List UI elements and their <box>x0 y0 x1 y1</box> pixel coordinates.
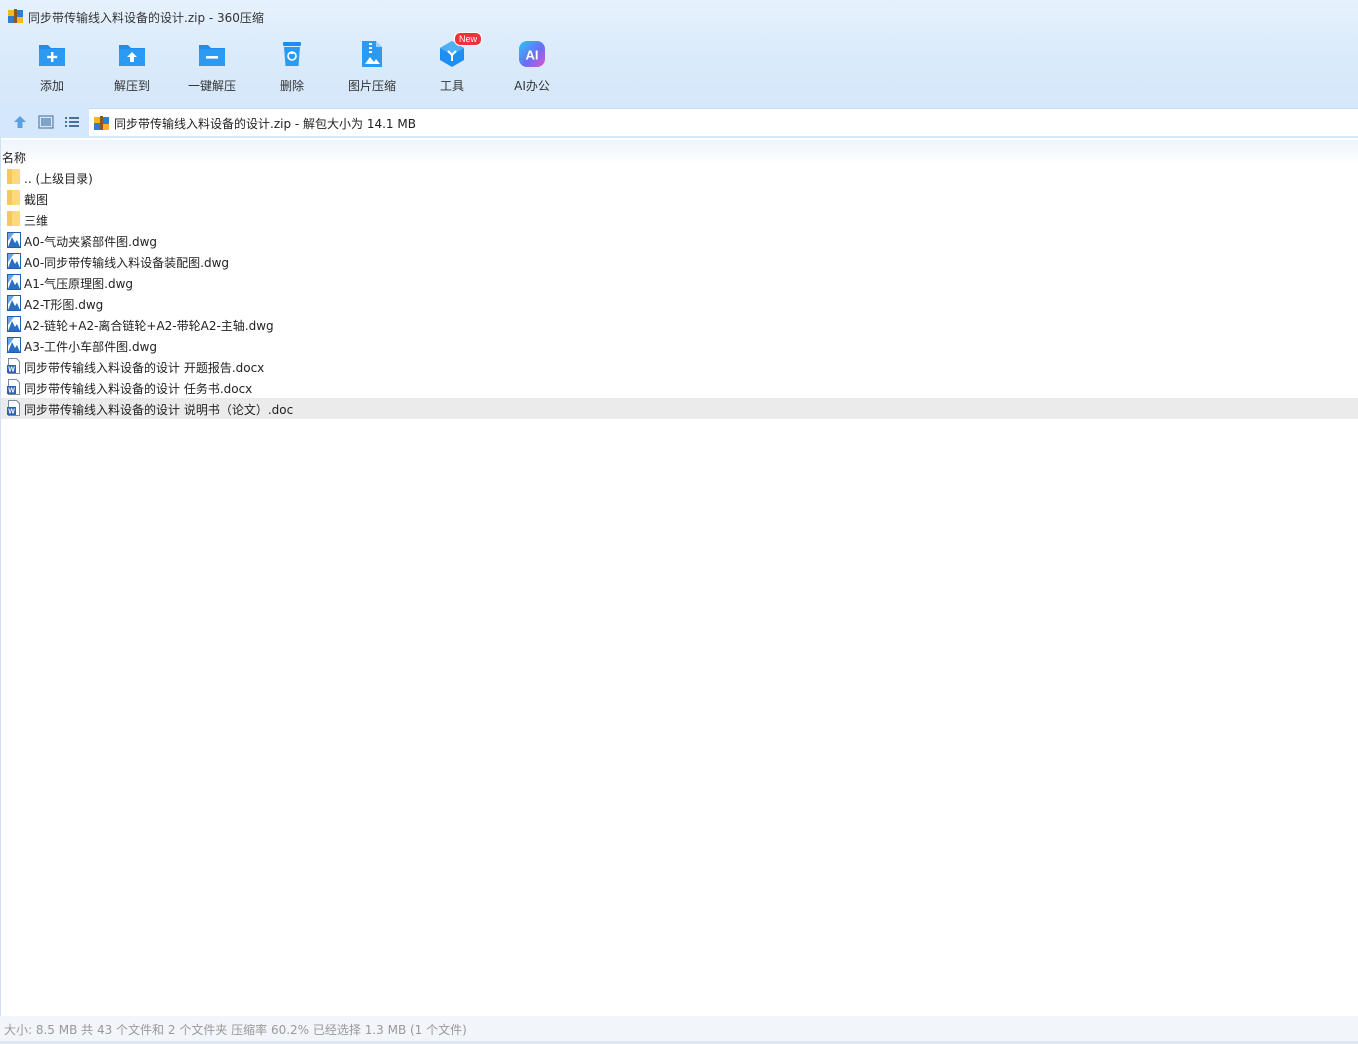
top-panel: 同步带传输线入料设备的设计.zip - 360压缩 添加 解压到 一键解压 删除… <box>0 0 1358 106</box>
file-name: 三维 <box>24 214 49 228</box>
extract-to-button[interactable]: 解压到 <box>92 36 172 100</box>
file-name: A2-链轮+A2-离合链轮+A2-带轮A2-主轴.dwg <box>24 319 274 333</box>
file-name: A3-工件小车部件图.dwg <box>24 340 158 354</box>
file-name: A1-气压原理图.dwg <box>24 277 134 291</box>
dwg-file-icon <box>7 295 21 311</box>
one-click-extract-button[interactable]: 一键解压 <box>172 36 252 100</box>
file-name: .. (上级目录) <box>24 172 93 186</box>
dwg-file-icon <box>7 274 21 290</box>
navigation-row: 同步带传输线入料设备的设计.zip - 解包大小为 14.1 MB <box>0 106 1358 138</box>
image-compress-button[interactable]: 图片压缩 <box>332 36 412 100</box>
folder-icon <box>7 169 20 184</box>
file-name: 同步带传输线入料设备的设计 任务书.docx <box>24 382 253 396</box>
add-button[interactable]: 添加 <box>12 36 92 100</box>
folder-icon <box>7 211 20 226</box>
list-item[interactable]: A2-T形图.dwg <box>1 293 1358 314</box>
svg-text:W: W <box>8 409 15 416</box>
file-rows: .. (上级目录) 截图三维 A0-气动夹紧部件图.dwg A0-同步带传输线入料设备… <box>1 167 1358 419</box>
extract-to-label: 解压到 <box>113 79 150 93</box>
column-header-name[interactable]: 名称 <box>2 149 26 166</box>
address-bar[interactable]: 同步带传输线入料设备的设计.zip - 解包大小为 14.1 MB <box>89 108 1358 136</box>
file-name: A2-T形图.dwg <box>24 298 104 312</box>
one-click-extract-icon <box>199 45 225 66</box>
extract-to-icon <box>119 45 145 66</box>
list-item[interactable]: A0-同步带传输线入料设备装配图.dwg <box>1 251 1358 272</box>
file-list: 名称 .. (上级目录) 截图三维 A0-气动夹紧部件图.dwg A0-同步带传输线入… <box>0 138 1358 1016</box>
tools-label: 工具 <box>439 79 464 93</box>
tools-button[interactable]: New 工具 <box>412 32 492 100</box>
list-view-icon[interactable] <box>63 113 81 131</box>
list-item[interactable]: W 同步带传输线入料设备的设计 任务书.docx <box>1 377 1358 398</box>
file-name: 截图 <box>24 193 49 207</box>
list-item[interactable]: 截图 <box>1 188 1358 209</box>
list-item[interactable]: 三维 <box>1 209 1358 230</box>
archive-icon <box>94 116 109 130</box>
dwg-file-icon <box>7 253 21 269</box>
svg-text:W: W <box>8 388 15 395</box>
image-compress-label: 图片压缩 <box>347 79 396 93</box>
svg-text:AI: AI <box>526 48 539 63</box>
file-name: 同步带传输线入料设备的设计 开题报告.docx <box>24 361 265 375</box>
add-label: 添加 <box>39 79 64 93</box>
file-name: 同步带传输线入料设备的设计 说明书（论文）.doc <box>24 403 294 417</box>
new-badge: New <box>454 32 483 46</box>
window-title: 同步带传输线入料设备的设计.zip - 360压缩 <box>28 11 264 25</box>
file-name: A0-同步带传输线入料设备装配图.dwg <box>24 256 230 270</box>
list-item[interactable]: A0-气动夹紧部件图.dwg <box>1 230 1358 251</box>
trash-icon <box>283 42 301 66</box>
image-compress-icon <box>362 41 382 67</box>
add-folder-icon <box>39 45 65 66</box>
list-header: 名称 <box>1 140 1358 166</box>
ai-office-icon: AI <box>519 41 545 67</box>
delete-label: 删除 <box>279 79 304 93</box>
list-item[interactable]: W 同步带传输线入料设备的设计 开题报告.docx <box>1 356 1358 377</box>
dwg-file-icon <box>7 316 21 332</box>
status-text: 大小: 8.5 MB 共 43 个文件和 2 个文件夹 压缩率 60.2% 已经… <box>4 1023 467 1037</box>
svg-text:W: W <box>8 367 15 374</box>
word-file-icon: W <box>7 358 20 374</box>
address-text: 同步带传输线入料设备的设计.zip - 解包大小为 14.1 MB <box>114 117 416 131</box>
ai-office-button[interactable]: AI AI办公 <box>492 36 572 100</box>
list-item[interactable]: W 同步带传输线入料设备的设计 说明书（论文）.doc <box>1 398 1358 419</box>
file-name: A0-气动夹紧部件图.dwg <box>24 235 158 249</box>
dwg-file-icon <box>7 232 21 248</box>
ai-office-label: AI办公 <box>514 79 550 93</box>
folder-icon <box>7 190 20 205</box>
delete-button[interactable]: 删除 <box>252 36 332 100</box>
status-bar: 大小: 8.5 MB 共 43 个文件和 2 个文件夹 压缩率 60.2% 已经… <box>0 1016 1358 1044</box>
one-click-extract-label: 一键解压 <box>187 79 236 93</box>
list-item[interactable]: .. (上级目录) <box>1 167 1358 188</box>
word-file-icon: W <box>7 379 20 395</box>
app-window: 同步带传输线入料设备的设计.zip - 360压缩 添加 解压到 一键解压 删除… <box>0 0 1358 1044</box>
list-item[interactable]: A2-链轮+A2-离合链轮+A2-带轮A2-主轴.dwg <box>1 314 1358 335</box>
thumbnail-view-icon[interactable] <box>37 113 55 131</box>
archive-icon <box>8 9 23 23</box>
title-bar: 同步带传输线入料设备的设计.zip - 360压缩 <box>0 0 1358 32</box>
up-arrow-icon[interactable] <box>11 113 29 131</box>
word-file-icon: W <box>7 400 20 416</box>
list-item[interactable]: A1-气压原理图.dwg <box>1 272 1358 293</box>
dwg-file-icon <box>7 337 21 353</box>
list-item[interactable]: A3-工件小车部件图.dwg <box>1 335 1358 356</box>
